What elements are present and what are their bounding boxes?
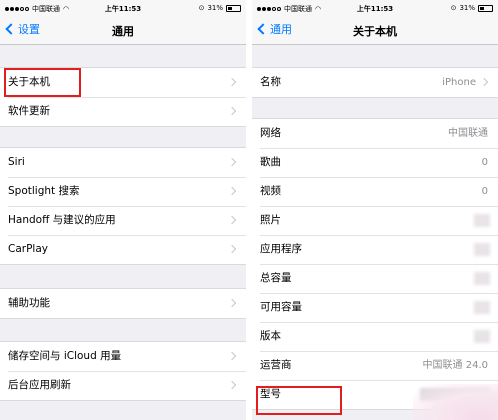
- navigation-bar: 设置 通用: [0, 15, 246, 45]
- battery-percent: 31%: [459, 4, 475, 12]
- settings-group-storage: 储存空间与 iCloud 用量 后台应用刷新: [0, 341, 246, 401]
- blurred-value: [474, 243, 490, 256]
- about-row-version: 版本: [252, 322, 498, 351]
- about-row-photos: 照片: [252, 206, 498, 235]
- page-title: 通用: [112, 25, 134, 38]
- row-label: 储存空间与 iCloud 用量: [8, 350, 122, 362]
- row-label: 视频: [260, 185, 281, 197]
- about-row-videos: 视频 0: [252, 177, 498, 206]
- chevron-right-icon: [227, 186, 237, 196]
- settings-row-about[interactable]: 关于本机: [0, 68, 246, 97]
- chevron-right-icon: [227, 77, 237, 87]
- blurred-value: [474, 214, 490, 227]
- about-row-capacity: 总容量: [252, 264, 498, 293]
- chevron-right-icon: [227, 157, 237, 167]
- blurred-value: [474, 301, 490, 314]
- chevron-right-icon: [227, 106, 237, 116]
- row-label: Siri: [8, 156, 25, 168]
- videos-value: 0: [481, 186, 488, 197]
- row-label: 照片: [260, 214, 281, 226]
- row-label: 型号: [260, 388, 281, 400]
- row-label: 关于本机: [8, 76, 50, 88]
- carrier-value: 中国联通 24.0: [422, 360, 488, 371]
- about-row-songs: 歌曲 0: [252, 148, 498, 177]
- row-label: 辅助功能: [8, 297, 50, 309]
- settings-row-accessibility[interactable]: 辅助功能: [0, 289, 246, 318]
- row-label: CarPlay: [8, 243, 48, 255]
- row-label: 软件更新: [8, 105, 50, 117]
- row-label: 可用容量: [260, 301, 302, 313]
- about-group-name: 名称 iPhone: [252, 67, 498, 98]
- row-label: 应用程序: [260, 243, 302, 255]
- about-row-carrier: 运营商 中国联通 24.0: [252, 351, 498, 380]
- row-label: 网络: [260, 127, 281, 139]
- general-settings-screen: 中国联通 ◠ 上午11:53 ⊙ 31% 设置 通用 关于本机 软件更新 Sir…: [0, 0, 246, 420]
- row-label: 后台应用刷新: [8, 379, 71, 391]
- status-bar: 中国联通 ◠ 上午11:53 ⊙ 31%: [0, 0, 246, 15]
- settings-row-storage[interactable]: 储存空间与 iCloud 用量: [0, 342, 246, 371]
- row-label: 歌曲: [260, 156, 281, 168]
- songs-value: 0: [481, 157, 488, 168]
- about-row-available: 可用容量: [252, 293, 498, 322]
- status-bar: 中国联通 ◠ 上午11:53 ⊙ 31%: [252, 0, 498, 15]
- chevron-right-icon: [227, 380, 237, 390]
- row-label: 版本: [260, 330, 281, 342]
- battery-percent: 31%: [207, 4, 223, 12]
- chevron-right-icon: [227, 244, 237, 254]
- chevron-right-icon: [227, 215, 237, 225]
- row-label: Spotlight 搜索: [8, 185, 80, 197]
- row-label: Handoff 与建议的应用: [8, 214, 116, 226]
- network-value: 中国联通: [448, 128, 488, 139]
- settings-row-siri[interactable]: Siri: [0, 148, 246, 177]
- blurred-value: [474, 272, 490, 285]
- about-row-network: 网络 中国联通: [252, 119, 498, 148]
- blurred-value: [474, 330, 490, 343]
- rotation-lock-icon: ⊙: [198, 4, 205, 12]
- settings-group-siri: Siri Spotlight 搜索 Handoff 与建议的应用 CarPlay: [0, 147, 246, 265]
- chevron-right-icon: [227, 298, 237, 308]
- row-label: 运营商: [260, 359, 292, 371]
- device-name-value: iPhone: [442, 77, 476, 88]
- settings-row-carplay[interactable]: CarPlay: [0, 235, 246, 264]
- rotation-lock-icon: ⊙: [450, 4, 457, 12]
- settings-row-background-refresh[interactable]: 后台应用刷新: [0, 371, 246, 400]
- settings-group-about: 关于本机 软件更新: [0, 67, 246, 127]
- settings-row-handoff[interactable]: Handoff 与建议的应用: [0, 206, 246, 235]
- settings-group-accessibility: 辅助功能: [0, 288, 246, 319]
- battery-icon: [226, 4, 241, 12]
- about-group-info: 网络 中国联通 歌曲 0 视频 0 照片 应用程序 总容量 可用容量 版本 运营…: [252, 118, 498, 410]
- chevron-right-icon: [227, 351, 237, 361]
- row-label: 总容量: [260, 272, 292, 284]
- page-title: 关于本机: [353, 25, 397, 38]
- battery-icon: [478, 4, 493, 12]
- settings-row-spotlight[interactable]: Spotlight 搜索: [0, 177, 246, 206]
- settings-row-software-update[interactable]: 软件更新: [0, 97, 246, 126]
- about-row-applications: 应用程序: [252, 235, 498, 264]
- about-row-model: 型号: [252, 380, 498, 409]
- navigation-bar: 通用 关于本机: [252, 15, 498, 45]
- blurred-value: [420, 388, 490, 401]
- about-screen: 中国联通 ◠ 上午11:53 ⊙ 31% 通用 关于本机 名称 iPhone 网…: [252, 0, 498, 420]
- row-label: 名称: [260, 76, 281, 88]
- chevron-right-icon: [479, 77, 489, 87]
- about-row-name[interactable]: 名称 iPhone: [252, 68, 498, 97]
